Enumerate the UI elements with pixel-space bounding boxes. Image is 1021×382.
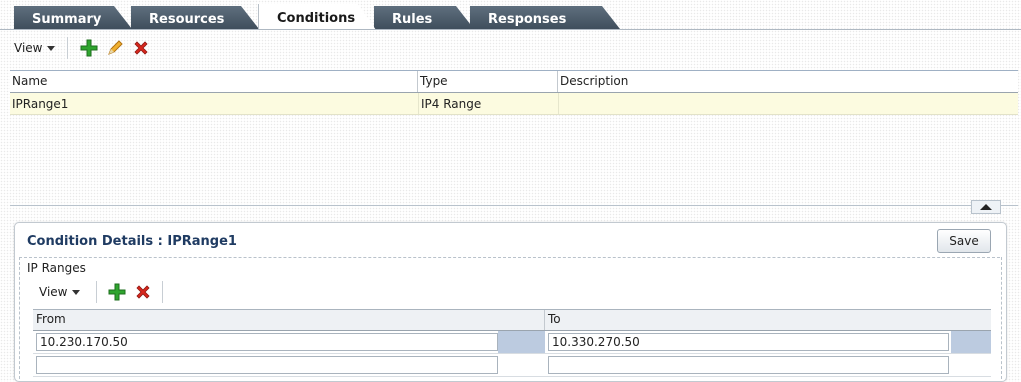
view-menu-button[interactable]: View — [35, 285, 84, 299]
column-header-from[interactable]: From — [33, 310, 545, 330]
toolbar-separator — [67, 37, 69, 59]
tab-summary[interactable]: Summary — [14, 6, 132, 29]
tab-bar: Summary Resources Rules Responses Condit… — [0, 0, 1021, 29]
view-menu-label: View — [39, 285, 68, 299]
add-icon[interactable] — [106, 281, 128, 303]
tab-responses[interactable]: Responses — [470, 6, 620, 29]
table-bottom-border — [10, 205, 1018, 206]
chevron-down-icon — [72, 289, 81, 295]
from-input[interactable] — [36, 356, 498, 374]
edit-icon[interactable] — [104, 37, 126, 59]
tab-conditions[interactable]: Conditions — [258, 4, 376, 30]
tab-label: Responses — [488, 12, 567, 27]
view-menu-button[interactable]: View — [10, 41, 59, 55]
from-input[interactable]: 10.230.170.50 — [36, 333, 498, 351]
tab-label: Rules — [392, 12, 433, 27]
add-icon[interactable] — [78, 37, 100, 59]
delete-icon[interactable] — [132, 281, 154, 303]
panel-title: Condition Details : IPRange1 — [27, 234, 237, 249]
column-header-to[interactable]: To — [545, 310, 991, 330]
table-row[interactable]: 10.230.170.50 10.330.270.50 — [33, 331, 991, 354]
ip-ranges-table: From To 10.230.170.50 10.330.270.50 — [33, 309, 991, 377]
chevron-down-icon — [47, 45, 56, 51]
column-header-name[interactable]: Name — [10, 71, 418, 92]
column-header-description[interactable]: Description — [558, 71, 1018, 92]
to-cell: 10.330.270.50 — [545, 331, 991, 353]
conditions-toolbar: View — [10, 34, 156, 62]
toolbar-separator — [96, 281, 98, 303]
tab-label: Conditions — [277, 11, 356, 26]
from-cell — [33, 354, 545, 376]
toolbar-separator — [162, 281, 164, 303]
table-row[interactable] — [33, 354, 991, 377]
table-header: From To — [33, 310, 991, 331]
tab-label: Resources — [149, 12, 225, 27]
cell-type: IP4 Range — [418, 93, 558, 114]
chevron-up-icon — [980, 204, 992, 210]
tab-resources[interactable]: Resources — [131, 6, 259, 29]
ip-ranges-toolbar: View — [35, 279, 172, 305]
delete-icon[interactable] — [130, 37, 152, 59]
save-button[interactable]: Save — [937, 229, 991, 253]
tab-rules[interactable]: Rules — [374, 6, 474, 29]
condition-details-panel: Condition Details : IPRange1 Save IP Ran… — [14, 222, 1007, 382]
to-cell — [545, 354, 991, 376]
tab-divider — [0, 29, 1021, 30]
to-input[interactable]: 10.330.270.50 — [548, 333, 949, 351]
tab-label: Summary — [32, 12, 102, 27]
collapse-splitter-button[interactable] — [971, 200, 1001, 214]
to-input[interactable] — [548, 356, 949, 374]
cell-description — [558, 93, 1018, 114]
column-header-type[interactable]: Type — [418, 71, 558, 92]
table-row[interactable]: IPRange1 IP4 Range — [10, 93, 1018, 115]
view-menu-label: View — [14, 41, 43, 55]
table-header: Name Type Description — [10, 71, 1018, 93]
ip-ranges-label: IP Ranges — [27, 261, 86, 275]
from-cell: 10.230.170.50 — [33, 331, 545, 353]
cell-name: IPRange1 — [12, 97, 69, 111]
conditions-table: Name Type Description IPRange1 IP4 Range — [10, 70, 1018, 205]
